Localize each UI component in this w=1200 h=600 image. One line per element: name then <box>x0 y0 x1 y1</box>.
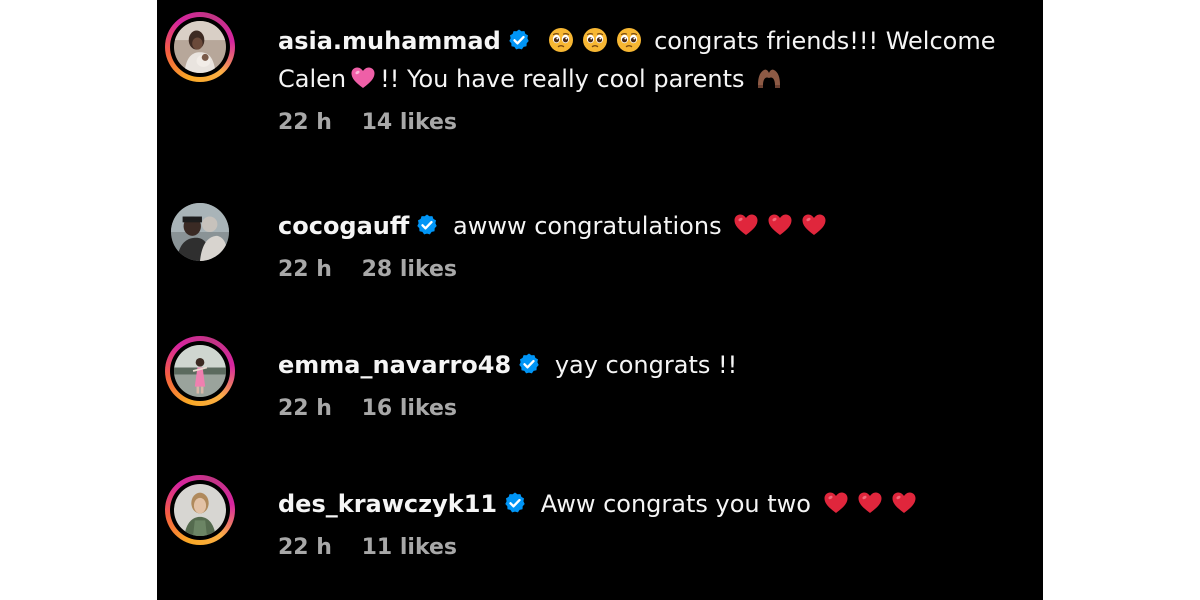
pleading-face-icon <box>548 27 574 53</box>
verified-badge-icon <box>507 28 531 52</box>
pleading-face-icon <box>616 27 642 53</box>
red-heart-icon <box>857 490 883 516</box>
comment-meta: 22 h 28 likes <box>278 257 1038 282</box>
avatar[interactable] <box>165 336 235 406</box>
comment-body: congrats friends!!! Welcome <box>654 27 996 55</box>
timestamp: 22 h <box>278 257 332 282</box>
comment-body: awww congratulations <box>452 212 722 240</box>
comment-text: emma_navarro48 yay congrats !! <box>278 346 1038 384</box>
likes-count[interactable]: 14 likes <box>362 110 457 135</box>
comment-meta: 22 h 14 likes <box>278 110 1038 135</box>
username-link[interactable]: asia.muhammad <box>278 27 501 55</box>
comment-meta: 22 h 11 likes <box>278 535 1038 560</box>
avatar[interactable] <box>165 197 235 267</box>
avatar[interactable] <box>165 475 235 545</box>
red-heart-icon <box>767 212 793 238</box>
verified-badge-icon <box>415 213 439 237</box>
comment-body: Calen <box>278 65 347 93</box>
verified-badge-icon <box>517 352 541 376</box>
pleading-face-icon <box>582 27 608 53</box>
username-link[interactable]: des_krawczyk11 <box>278 490 497 518</box>
verified-badge-icon <box>503 491 527 515</box>
comment-meta: 22 h 16 likes <box>278 396 1038 421</box>
username-link[interactable]: emma_navarro48 <box>278 351 511 379</box>
comment-body: Aww congrats you two <box>540 490 811 518</box>
avatar-image <box>174 484 226 536</box>
username-link[interactable]: cocogauff <box>278 212 409 240</box>
red-heart-icon <box>733 212 759 238</box>
avatar-image <box>171 203 229 261</box>
avatar[interactable] <box>165 12 235 82</box>
pink-heart-icon <box>350 65 376 91</box>
red-heart-icon <box>891 490 917 516</box>
comment-text: cocogauff awww congratulations <box>278 207 1038 245</box>
red-heart-icon <box>823 490 849 516</box>
likes-count[interactable]: 11 likes <box>362 535 457 560</box>
red-heart-icon <box>801 212 827 238</box>
avatar-image <box>174 21 226 73</box>
avatar-image <box>174 345 226 397</box>
timestamp: 22 h <box>278 535 332 560</box>
likes-count[interactable]: 28 likes <box>362 257 457 282</box>
comment-body: !! You have really cool parents <box>380 65 745 93</box>
comment-body: yay congrats !! <box>554 351 738 379</box>
heart-hands-icon <box>756 65 782 91</box>
comment-text: des_krawczyk11 Aww congrats you two <box>278 485 1038 523</box>
comment-text: asia.muhammad congrats friends!!! Welcom… <box>278 22 1038 98</box>
comments-panel: asia.muhammad congrats friends!!! Welcom… <box>157 0 1043 600</box>
likes-count[interactable]: 16 likes <box>362 396 457 421</box>
timestamp: 22 h <box>278 110 332 135</box>
timestamp: 22 h <box>278 396 332 421</box>
